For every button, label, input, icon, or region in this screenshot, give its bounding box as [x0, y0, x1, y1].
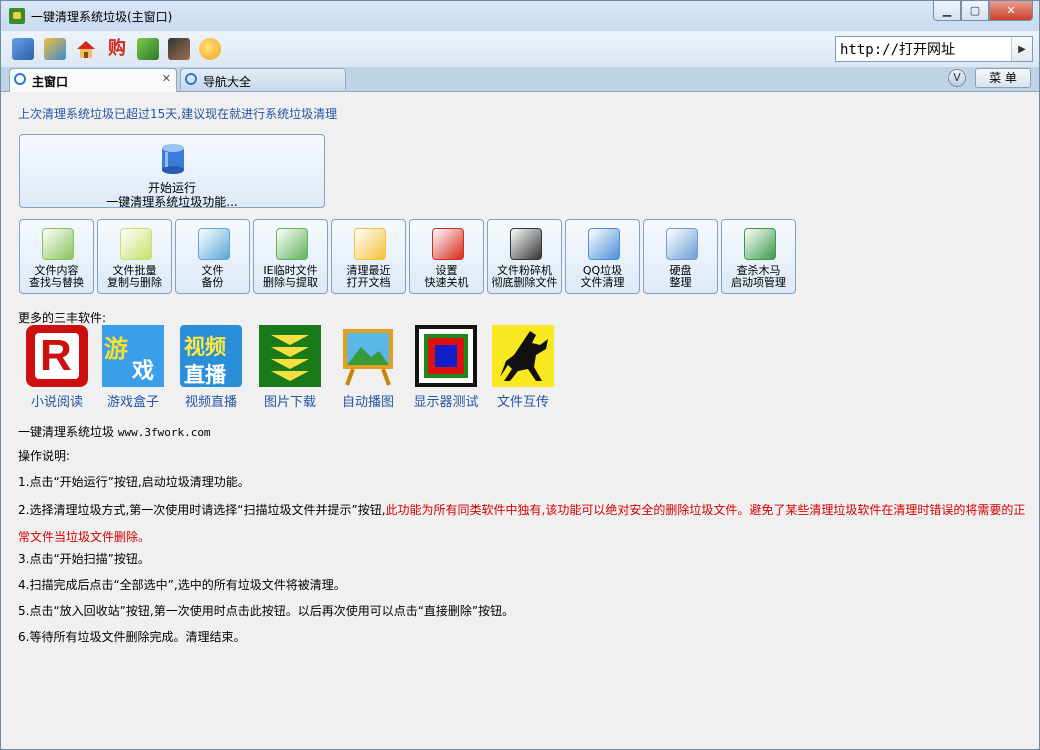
tab-main-window[interactable]: 主窗口 ✕ — [9, 68, 177, 92]
software-file-transfer[interactable]: 文件互传 — [484, 325, 562, 410]
function-button-sublabel: 复制与删除 — [107, 276, 162, 289]
tab-label: 主窗口 — [32, 75, 69, 89]
instruction-step-4: 4.扫描完成后点击“全部选中”,选中的所有垃圾文件将被清理。 — [18, 578, 346, 592]
shredder-icon — [510, 228, 542, 260]
function-button-7[interactable]: 文件粉碎机 彻底删除文件 — [487, 219, 562, 294]
app-logo-icon — [9, 8, 25, 24]
function-button-sublabel: 查找与替换 — [29, 276, 84, 289]
software-label: 显示器测试 — [413, 395, 479, 410]
software-novel[interactable]: R 小说阅读 — [18, 325, 96, 410]
window-title: 一键清理系统垃圾(主窗口) — [31, 10, 173, 24]
slideshow-icon — [337, 325, 399, 387]
tab-close-icon[interactable]: ✕ — [162, 72, 171, 85]
software-label: 图片下载 — [263, 395, 316, 410]
software-label: 文件互传 — [496, 395, 549, 410]
shield-icon — [744, 228, 776, 260]
function-button-sublabel: 快速关机 — [424, 276, 469, 289]
function-button-1[interactable]: 文件内容 查找与替换 — [19, 219, 94, 294]
qq-icon — [588, 228, 620, 260]
power-icon — [432, 228, 464, 260]
url-input[interactable] — [836, 37, 1008, 61]
function-button-9[interactable]: 硬盘 整理 — [643, 219, 718, 294]
settings-icon[interactable] — [12, 38, 34, 60]
tab-navigation[interactable]: 导航大全 — [180, 68, 346, 90]
function-button-10[interactable]: 查杀木马 启动项管理 — [721, 219, 796, 294]
game-icon[interactable] — [137, 38, 159, 60]
software-label: 游戏盒子 — [106, 395, 159, 410]
software-label: 小说阅读 — [30, 395, 83, 410]
cleanup-notice: 上次清理系统垃圾已超过15天,建议现在就进行系统垃圾清理 — [18, 107, 338, 121]
database-icon — [162, 144, 184, 174]
monitor-test-icon — [415, 325, 477, 387]
software-label: 自动播图 — [341, 395, 394, 410]
function-button-2[interactable]: 文件批量 复制与删除 — [97, 219, 172, 294]
folder-icon — [354, 228, 386, 260]
software-slideshow[interactable]: 自动播图 — [329, 325, 407, 410]
tab-bar: 主窗口 ✕ 导航大全 — [1, 67, 1039, 92]
start-run-desc: 一键清理系统垃圾功能... — [106, 195, 238, 209]
function-button-sublabel: 整理 — [669, 276, 692, 289]
novel-icon: R — [26, 325, 88, 387]
about-line: 一键清理系统垃圾 www.3fwork.com — [18, 423, 211, 440]
app-window: 一键清理系统垃圾(主窗口) ▁ ▢ ✕ 购 ▶ 主窗口 ✕ 导航大全 V — [0, 0, 1040, 750]
instruction-step-6: 6.等待所有垃圾文件删除完成。清理结束。 — [18, 630, 246, 644]
function-button-5[interactable]: 清理最近 打开文档 — [331, 219, 406, 294]
function-button-sublabel: 文件清理 — [580, 276, 625, 289]
maximize-button[interactable]: ▢ — [961, 1, 989, 21]
website-link[interactable]: www.3fwork.com — [118, 426, 211, 439]
software-game-box[interactable]: 游 戏 游戏盒子 — [94, 325, 172, 410]
close-button[interactable]: ✕ — [989, 1, 1033, 21]
game-box-icon: 游 戏 — [102, 325, 164, 387]
avatar-icon[interactable] — [168, 38, 190, 60]
menu-button[interactable]: 菜 单 — [975, 68, 1031, 88]
copy-files-icon — [120, 228, 152, 260]
instruction-step-5: 5.点击“放入回收站”按钮,第一次使用时点击此按钮。以后再次使用可以点击“直接删… — [18, 604, 515, 618]
function-button-sublabel: 删除与提取 — [263, 276, 318, 289]
instruction-step-3: 3.点击“开始扫描”按钮。 — [18, 552, 150, 566]
about-title: 一键清理系统垃圾 — [18, 425, 115, 439]
harddisk-icon — [666, 228, 698, 260]
software-monitor-test[interactable]: 显示器测试 — [407, 325, 485, 410]
ie-icon — [185, 73, 197, 85]
function-button-8[interactable]: QQ垃圾 文件清理 — [565, 219, 640, 294]
start-run-button[interactable]: 开始运行 一键清理系统垃圾功能... — [19, 134, 325, 209]
tools-icon[interactable] — [44, 38, 66, 60]
magnifier-file-icon — [42, 228, 74, 260]
url-box: ▶ — [835, 36, 1033, 62]
go-button[interactable]: ▶ — [1011, 37, 1032, 61]
software-video-live[interactable]: 视频 直播 视频直播 — [172, 325, 250, 410]
file-transfer-icon — [492, 325, 554, 387]
function-button-6[interactable]: 设置 快速关机 — [409, 219, 484, 294]
main-content: 上次清理系统垃圾已超过15天,建议现在就进行系统垃圾清理 开始运行 一键清理系统… — [1, 92, 1039, 749]
home-icon[interactable] — [75, 38, 97, 60]
instructions-title: 操作说明: — [18, 449, 71, 463]
window-controls: ▁ ▢ ✕ — [933, 1, 1033, 21]
function-button-3[interactable]: 文件 备份 — [175, 219, 250, 294]
ie-icon — [14, 73, 26, 85]
picture-download-icon — [259, 325, 321, 387]
function-button-sublabel: 打开文档 — [346, 276, 391, 289]
more-software-label: 更多的三丰软件: — [18, 311, 107, 325]
minimize-button[interactable]: ▁ — [933, 1, 961, 21]
instruction-step-2-text: 2.选择清理垃圾方式,第一次使用时请选择“扫描垃圾文件并提示”按钮, — [18, 503, 386, 517]
video-live-icon: 视频 直播 — [180, 325, 242, 387]
function-button-4[interactable]: IE临时文件 删除与提取 — [253, 219, 328, 294]
function-button-sublabel: 启动项管理 — [731, 276, 786, 289]
software-picture-download[interactable]: 图片下载 — [251, 325, 329, 410]
tab-label: 导航大全 — [203, 75, 252, 89]
instruction-step-1: 1.点击“开始运行”按钮,启动垃圾清理功能。 — [18, 475, 250, 489]
function-button-sublabel: 彻底删除文件 — [491, 276, 558, 289]
software-label: 视频直播 — [184, 395, 237, 410]
title-bar[interactable]: 一键清理系统垃圾(主窗口) ▁ ▢ ✕ — [1, 1, 1039, 31]
backup-icon — [198, 228, 230, 260]
recycle-icon — [276, 228, 308, 260]
function-button-sublabel: 备份 — [201, 276, 224, 289]
instruction-step-2: 2.选择清理垃圾方式,第一次使用时请选择“扫描垃圾文件并提示”按钮,此功能为所有… — [18, 497, 1030, 551]
tab-list-button[interactable]: V — [948, 69, 966, 87]
chat-icon[interactable] — [199, 38, 221, 60]
shop-icon[interactable]: 购 — [106, 38, 128, 60]
